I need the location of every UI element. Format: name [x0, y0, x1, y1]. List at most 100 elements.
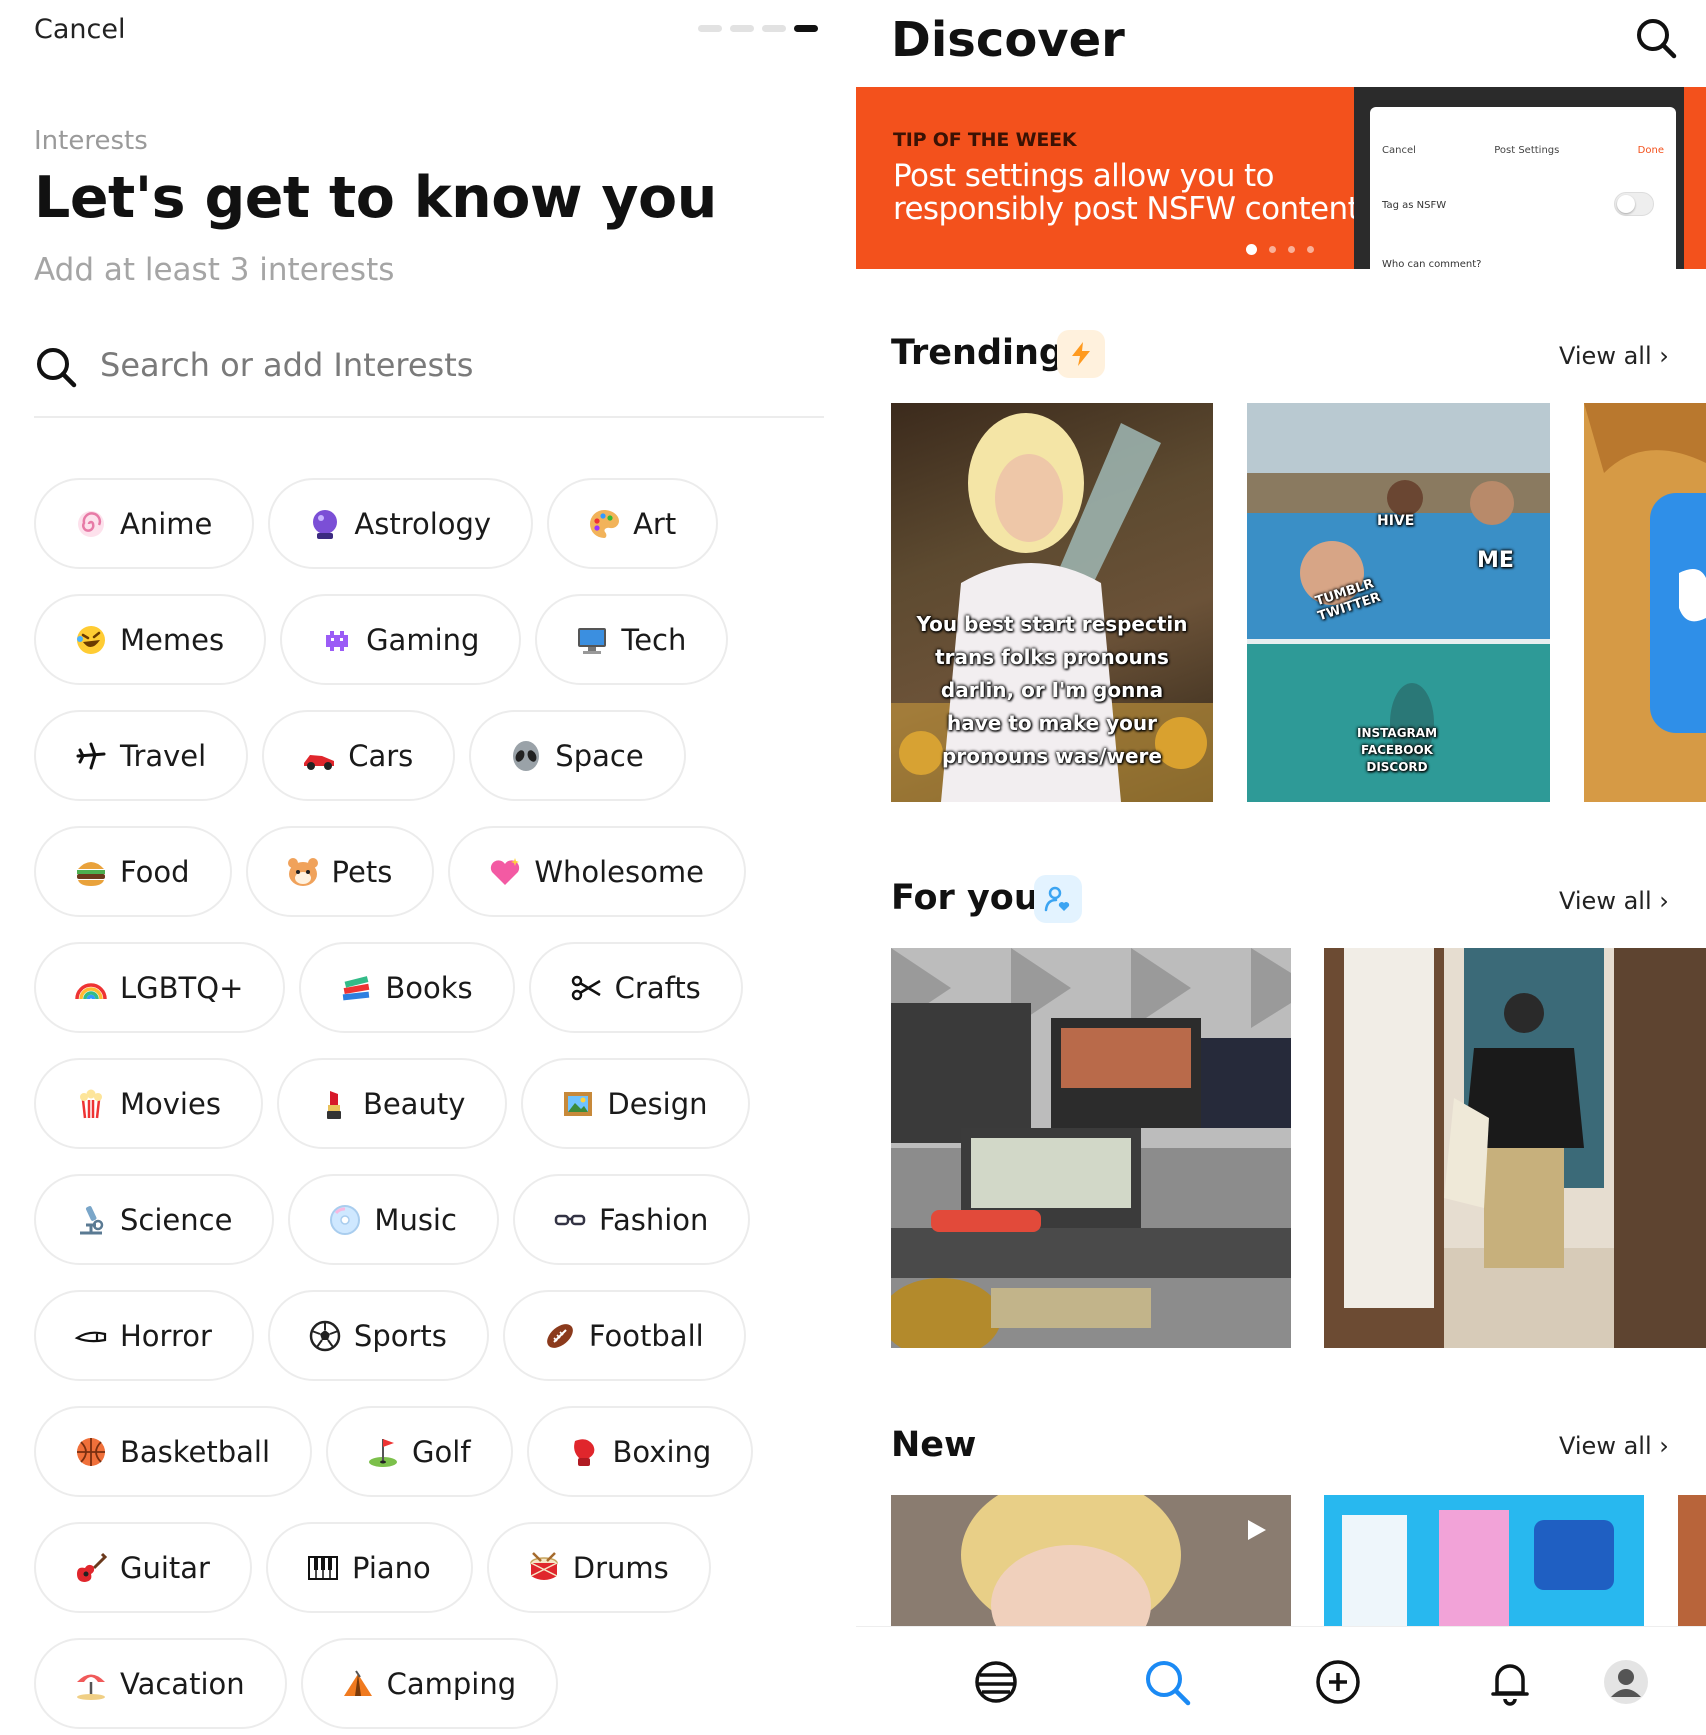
interest-chip-wholesome[interactable]: Wholesome: [448, 826, 746, 917]
phone-screen: Cancel Post Settings Done Tag as NSFW Wh…: [1370, 107, 1676, 269]
interest-chip-memes[interactable]: Memes: [34, 594, 267, 685]
interest-chip-food[interactable]: Food: [34, 826, 232, 917]
trending-post-1[interactable]: You best start respectin trans folks pro…: [891, 403, 1213, 802]
new-view-all[interactable]: View all ›: [1559, 1432, 1669, 1460]
avatar-icon[interactable]: [1601, 1657, 1651, 1707]
interest-chip-science[interactable]: Science: [34, 1174, 275, 1265]
chip-label: Pets: [331, 854, 393, 889]
chip-label: LGBTQ+: [120, 970, 244, 1005]
phone-mockup: Cancel Post Settings Done Tag as NSFW Wh…: [1354, 87, 1684, 269]
interests-screen: Cancel Interests Let's get to know you A…: [0, 0, 845, 1735]
chip-label: Basketball: [120, 1434, 271, 1469]
glasses-icon: [554, 1214, 586, 1225]
view-all-label: View all: [1559, 1432, 1652, 1460]
interest-chip-art[interactable]: Art: [547, 478, 719, 569]
new-post-3[interactable]: [1678, 1495, 1706, 1626]
banner-headline: Post settings allow you to responsibly p…: [893, 158, 1360, 227]
interest-chip-space[interactable]: Space: [469, 710, 686, 801]
hamster-icon: [287, 857, 318, 886]
carousel-dot: [1307, 246, 1314, 253]
microscope-icon: [80, 1205, 104, 1234]
trending-post-3[interactable]: [1584, 403, 1706, 802]
tent-icon: [343, 1669, 372, 1696]
laughing-face-icon: [77, 625, 105, 654]
interest-chip-pets[interactable]: Pets: [245, 826, 435, 917]
interest-chip-gaming[interactable]: Gaming: [280, 594, 522, 685]
chip-label: Art: [633, 506, 677, 541]
interest-chip-camping[interactable]: Camping: [300, 1638, 559, 1729]
for-you-view-all[interactable]: View all ›: [1559, 887, 1669, 915]
chip-label: Science: [120, 1202, 233, 1237]
chip-label: Music: [374, 1202, 457, 1237]
guitar-icon: [77, 1552, 108, 1582]
chip-label: Movies: [120, 1086, 221, 1121]
trending-post-2[interactable]: HIVE ME TUMBLR TWITTER INSTAGRAM FACEBOO…: [1247, 403, 1550, 802]
interest-chip-travel[interactable]: Travel: [34, 710, 249, 801]
chip-label: Guitar: [120, 1550, 210, 1585]
for-you-post-2[interactable]: [1324, 948, 1706, 1348]
alien-icon: [513, 740, 540, 771]
tip-banner[interactable]: TIP OF THE WEEK Post settings allow you …: [856, 87, 1706, 269]
plus-circle-icon[interactable]: [1313, 1657, 1363, 1707]
interest-chip-horror[interactable]: Horror: [34, 1290, 254, 1381]
for-you-badge: [1034, 875, 1082, 923]
phone-title: Post Settings: [1494, 145, 1560, 156]
interest-search[interactable]: [34, 340, 824, 418]
basketball-icon: [77, 1437, 105, 1466]
search-icon[interactable]: [1634, 16, 1678, 60]
post-image: [1324, 948, 1706, 1348]
section-kicker: Interests: [34, 126, 148, 156]
interest-chip-guitar[interactable]: Guitar: [34, 1522, 252, 1613]
interest-chip-row: Horror Sports Football: [34, 1290, 824, 1381]
interest-chip-design[interactable]: Design: [521, 1058, 750, 1149]
interest-chip-football[interactable]: Football: [502, 1290, 746, 1381]
for-you-post-1[interactable]: [891, 948, 1291, 1348]
interest-chip-vacation[interactable]: Vacation: [34, 1638, 287, 1729]
chip-label: Boxing: [612, 1434, 712, 1469]
page-title: Let's get to know you: [34, 165, 717, 231]
chip-label: Drums: [572, 1550, 669, 1585]
interest-chip-sports[interactable]: Sports: [267, 1290, 489, 1381]
interest-chip-basketball[interactable]: Basketball: [34, 1406, 313, 1497]
new-post-2[interactable]: [1324, 1495, 1644, 1626]
tumbleweed-icon[interactable]: [971, 1657, 1021, 1707]
interest-chip-music[interactable]: Music: [288, 1174, 499, 1265]
crystal-ball-icon: [313, 509, 338, 539]
interest-chip-books[interactable]: Books: [299, 942, 515, 1033]
bell-icon[interactable]: [1485, 1657, 1535, 1707]
interest-chip-cars[interactable]: Cars: [262, 710, 456, 801]
interest-chip-lgbtq[interactable]: LGBTQ+: [34, 942, 286, 1033]
interest-chip-fashion[interactable]: Fashion: [512, 1174, 751, 1265]
chip-label: Wholesome: [534, 854, 704, 889]
new-post-1[interactable]: [891, 1495, 1291, 1626]
palette-icon: [590, 509, 620, 538]
interest-chip-crafts[interactable]: Crafts: [528, 942, 743, 1033]
step-indicator-active: [794, 25, 818, 32]
interest-chip-list: Anime Astrology Art Memes Gaming Tech Travel Ca…: [34, 478, 824, 1735]
interest-chip-tech[interactable]: Tech: [535, 594, 729, 685]
chip-label: Memes: [120, 622, 225, 657]
trending-view-all[interactable]: View all ›: [1559, 342, 1669, 370]
search-input[interactable]: [100, 346, 780, 384]
interest-chip-drums[interactable]: Drums: [486, 1522, 711, 1613]
phone-nsfw-row: Tag as NSFW: [1382, 200, 1447, 211]
banner-next-peek: [1694, 87, 1706, 269]
play-icon: [1248, 1520, 1266, 1540]
rainbow-icon: [75, 982, 107, 999]
interest-chip-astrology[interactable]: Astrology: [268, 478, 534, 569]
meme-label-bottom: INSTAGRAM FACEBOOK DISCORD: [1357, 726, 1438, 774]
interest-chip-boxing[interactable]: Boxing: [526, 1406, 754, 1497]
cancel-button[interactable]: Cancel: [34, 14, 125, 45]
chip-label: Cars: [348, 738, 414, 773]
step-progress: [698, 25, 818, 32]
trending-badge: [1057, 330, 1105, 378]
interest-chip-movies[interactable]: Movies: [34, 1058, 263, 1149]
interest-chip-anime[interactable]: Anime: [34, 478, 255, 569]
interest-chip-golf[interactable]: Golf: [326, 1406, 513, 1497]
interest-chip-beauty[interactable]: Beauty: [276, 1058, 508, 1149]
phone-cancel: Cancel: [1382, 145, 1416, 156]
search-icon: [37, 348, 77, 388]
chip-label: Travel: [120, 738, 207, 773]
interest-chip-piano[interactable]: Piano: [265, 1522, 473, 1613]
search-icon[interactable]: [1142, 1657, 1192, 1707]
